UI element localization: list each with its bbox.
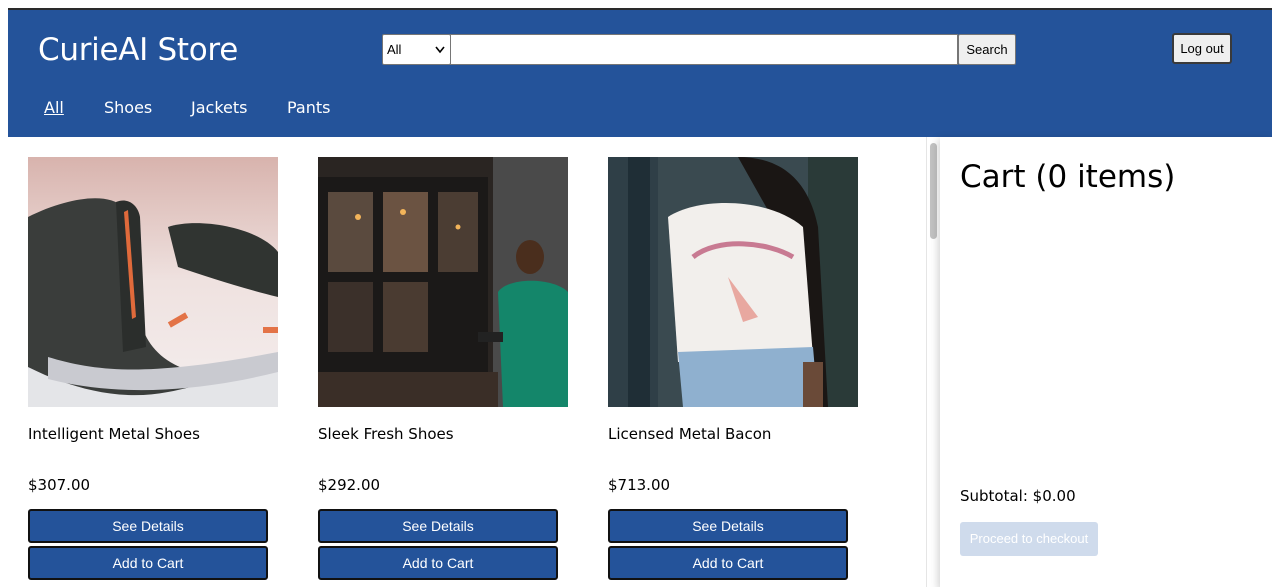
cart-subtotal: Subtotal: $0.00 xyxy=(960,487,1076,505)
product-price: $713.00 xyxy=(608,476,671,494)
product-card: Licensed Metal Bacon $713.00 See Details… xyxy=(608,157,858,580)
app-frame: CurieAI Store All Search Log out All Sho… xyxy=(8,8,1272,587)
product-name[interactable]: Sleek Fresh Shoes xyxy=(318,425,454,443)
category-select-value: All xyxy=(387,42,402,57)
cart-title: Cart (0 items) xyxy=(960,159,1176,195)
search-button[interactable]: Search xyxy=(958,34,1016,65)
header: CurieAI Store All Search Log out All Sho… xyxy=(8,10,1272,137)
store-logo[interactable]: CurieAI Store xyxy=(38,32,238,68)
chevron-down-icon xyxy=(435,35,445,76)
search-input[interactable] xyxy=(450,34,958,65)
add-to-cart-button[interactable]: Add to Cart xyxy=(608,546,848,580)
product-name[interactable]: Licensed Metal Bacon xyxy=(608,425,771,443)
product-price: $307.00 xyxy=(28,476,91,494)
product-scrollbar[interactable] xyxy=(926,137,940,587)
see-details-button[interactable]: See Details xyxy=(318,509,558,543)
nav-item-pants[interactable]: Pants xyxy=(287,98,330,117)
add-to-cart-button[interactable]: Add to Cart xyxy=(28,546,268,580)
product-name[interactable]: Intelligent Metal Shoes xyxy=(28,425,200,443)
nav-item-shoes[interactable]: Shoes xyxy=(104,98,152,117)
product-price: $292.00 xyxy=(318,476,381,494)
product-image-hoodie[interactable] xyxy=(318,157,568,407)
cart-panel: Cart (0 items) Subtotal: $0.00 Proceed t… xyxy=(940,137,1272,587)
see-details-button[interactable]: See Details xyxy=(28,509,268,543)
category-select[interactable]: All xyxy=(382,34,451,65)
product-image-tshirt[interactable] xyxy=(608,157,858,407)
see-details-button[interactable]: See Details xyxy=(608,509,848,543)
product-card: Sleek Fresh Shoes $292.00 See Details Ad… xyxy=(318,157,568,580)
add-to-cart-button[interactable]: Add to Cart xyxy=(318,546,558,580)
logout-button[interactable]: Log out xyxy=(1172,33,1232,64)
nav-item-jackets[interactable]: Jackets xyxy=(191,98,247,117)
scrollbar-thumb[interactable] xyxy=(930,143,937,239)
product-image-shoe[interactable] xyxy=(28,157,278,407)
checkout-button[interactable]: Proceed to checkout xyxy=(960,522,1098,556)
nav-item-all[interactable]: All xyxy=(44,98,64,117)
product-card: Intelligent Metal Shoes $307.00 See Deta… xyxy=(28,157,278,580)
